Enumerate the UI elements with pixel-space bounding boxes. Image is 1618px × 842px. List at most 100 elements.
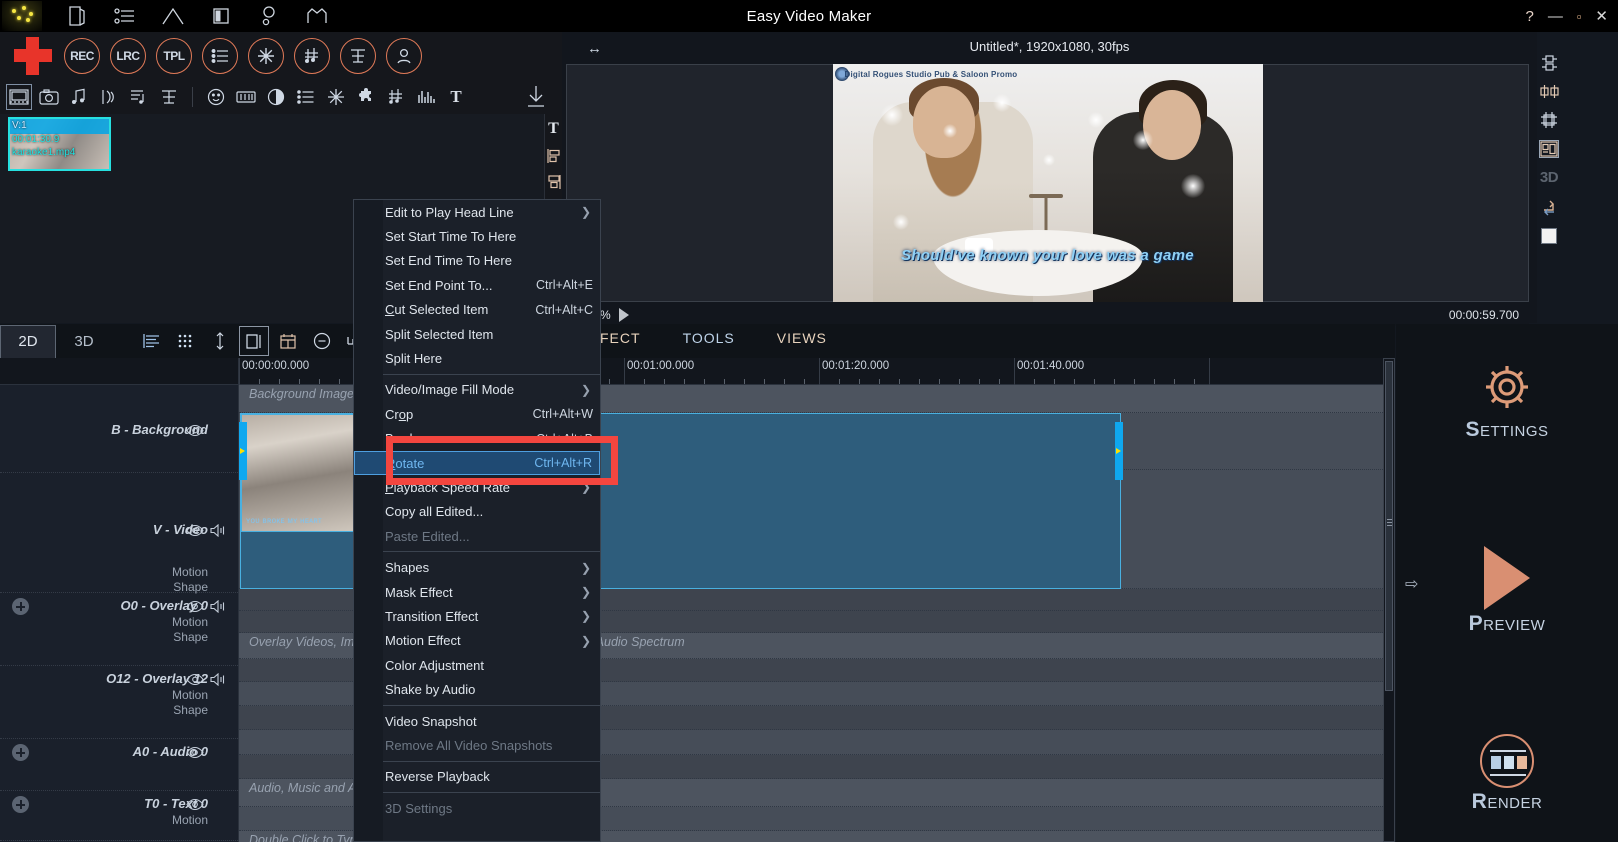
list-icon[interactable] xyxy=(293,84,319,110)
render-button[interactable]: RENDER xyxy=(1396,734,1618,814)
menu-item-transition-effect[interactable]: Transition Effect ❯ xyxy=(354,604,600,628)
track-header-video[interactable]: V - Video Motion Shape xyxy=(0,473,238,594)
track-sub-shape[interactable]: Shape xyxy=(0,703,208,718)
eye-icon[interactable] xyxy=(186,746,204,760)
align-center-h-icon[interactable] xyxy=(545,172,562,192)
track-sub-motion[interactable]: Motion xyxy=(0,615,208,630)
track-sub-shape[interactable]: Shape xyxy=(0,630,208,645)
magnifier-icon[interactable] xyxy=(256,3,282,29)
add-media-button[interactable] xyxy=(12,35,54,77)
menu-tools[interactable]: TOOLS xyxy=(683,330,735,346)
settings-button[interactable]: SETTINGS xyxy=(1396,358,1618,442)
eye-icon[interactable] xyxy=(186,673,204,687)
menu-item-video-image-fill-mode[interactable]: Video/Image Fill Mode ❯ xyxy=(354,378,600,402)
menu-item-set-end-time-to-here[interactable]: Set End Time To Here xyxy=(354,249,600,273)
open-project-icon[interactable] xyxy=(64,3,90,29)
align-left-icon[interactable] xyxy=(138,327,166,355)
rec-button[interactable]: REC xyxy=(64,38,100,74)
media-item-karaoke1[interactable]: V:1 00:01:30.9 karaoke1.mp4 xyxy=(8,117,111,171)
download-icon[interactable] xyxy=(525,84,547,108)
track-sub-motion[interactable]: Motion xyxy=(0,813,208,828)
timeline-scrollbar[interactable] xyxy=(1383,358,1395,842)
grid-dots-icon[interactable] xyxy=(172,327,200,355)
video-track-icon[interactable] xyxy=(6,84,32,110)
close-button[interactable]: ✕ xyxy=(1595,7,1608,25)
track-header-overlay12[interactable]: O12 - Overlay 12 Motion Shape xyxy=(0,666,238,739)
tab-3d[interactable]: 3D xyxy=(56,325,112,358)
track-sub-motion[interactable]: Motion xyxy=(0,688,208,703)
eye-icon[interactable] xyxy=(186,798,204,812)
menu-item-split-here[interactable]: Split Here xyxy=(354,346,600,370)
swap-icon[interactable] xyxy=(1540,198,1558,216)
color-block-icon[interactable] xyxy=(233,84,259,110)
add-track-button[interactable] xyxy=(12,598,29,615)
lrc-button[interactable]: LRC xyxy=(110,38,146,74)
scrollbar-thumb[interactable] xyxy=(1385,361,1393,691)
fit-box-icon[interactable] xyxy=(239,326,269,356)
zoom-out-icon[interactable] xyxy=(308,327,336,355)
speaker-icon[interactable] xyxy=(210,599,226,614)
scrollbar-grip[interactable] xyxy=(1387,519,1392,526)
preview-button[interactable]: PREVIEW xyxy=(1396,546,1618,636)
speaker-icon[interactable] xyxy=(210,672,226,687)
menu-item-color-adjustment[interactable]: Color Adjustment xyxy=(354,653,600,677)
clip-handle-left[interactable] xyxy=(239,422,247,480)
layout-1-icon[interactable] xyxy=(1541,55,1558,72)
puzzle-icon[interactable] xyxy=(353,84,379,110)
playlist-icon[interactable] xyxy=(126,84,152,110)
3d-icon[interactable]: 3D xyxy=(1540,169,1559,186)
layout-3-icon[interactable] xyxy=(1540,111,1558,129)
menu-item-reverse-playback[interactable]: Reverse Playback xyxy=(354,765,600,789)
menu-item-set-end-point-to[interactable]: Set End Point To... Ctrl+Alt+E xyxy=(354,273,600,297)
play-icon[interactable] xyxy=(618,308,629,322)
text-tool-icon[interactable]: T xyxy=(545,118,562,140)
list-button[interactable] xyxy=(202,38,238,74)
subtitle-bar-icon[interactable] xyxy=(156,84,182,110)
preview-stage[interactable]: Digital Rogues Studio Pub & Saloon Promo… xyxy=(566,64,1529,302)
music-note-button[interactable] xyxy=(294,38,330,74)
transition-icon[interactable] xyxy=(96,84,122,110)
effects-button[interactable] xyxy=(248,38,284,74)
text-icon[interactable]: T xyxy=(443,84,469,110)
eye-icon[interactable] xyxy=(186,600,204,614)
menu-item-motion-effect[interactable]: Motion Effect ❯ xyxy=(354,629,600,653)
smiley-icon[interactable] xyxy=(203,84,229,110)
clip-handle-right[interactable] xyxy=(1115,422,1123,480)
menu-item-border[interactable]: Border Ctrl+Alt+B xyxy=(354,427,600,451)
layout-4-icon[interactable] xyxy=(1539,140,1559,158)
circle-half-icon[interactable] xyxy=(263,84,289,110)
spectrum-icon[interactable] xyxy=(413,84,439,110)
eye-icon[interactable] xyxy=(186,424,204,438)
eye-icon[interactable] xyxy=(186,524,204,538)
list-settings-icon[interactable] xyxy=(112,3,138,29)
menu-item-video-snapshot[interactable]: Video Snapshot xyxy=(354,709,600,733)
menu-item-mask-effect[interactable]: Mask Effect ❯ xyxy=(354,580,600,604)
maximize-button[interactable]: ▫ xyxy=(1577,9,1582,24)
add-track-button[interactable] xyxy=(12,796,29,813)
menu-item-split-selected-item[interactable]: Split Selected Item xyxy=(354,322,600,346)
music-icon[interactable] xyxy=(66,84,92,110)
minimize-button[interactable]: — xyxy=(1548,8,1563,25)
add-track-button[interactable] xyxy=(12,744,29,761)
menu-views[interactable]: VIEWS xyxy=(777,330,827,346)
layout-2-icon[interactable] xyxy=(1539,84,1559,99)
menu-item-edit-to-play-head-line[interactable]: Edit to Play Head Line ❯ xyxy=(354,200,600,224)
menu-item-copy-all-edited[interactable]: Copy all Edited... xyxy=(354,500,600,524)
menu-item-cut-selected-item[interactable]: Cut Selected Item Ctrl+Alt+C xyxy=(354,298,600,322)
user-button[interactable] xyxy=(386,38,422,74)
help-button[interactable]: ? xyxy=(1525,8,1533,25)
tab-2d[interactable]: 2D xyxy=(0,324,56,358)
context-menu[interactable]: Edit to Play Head Line ❯ Set Start Time To… xyxy=(353,199,601,842)
track-sub-motion[interactable]: Motion xyxy=(0,565,208,580)
subtitle-button[interactable] xyxy=(340,38,376,74)
track-header-overlay0[interactable]: O0 - Overlay 0 Motion Shape xyxy=(0,593,238,666)
align-left-icon[interactable] xyxy=(545,146,562,166)
tpl-button[interactable]: TPL xyxy=(156,38,192,74)
shirt-icon[interactable] xyxy=(304,3,330,29)
height-arrows-icon[interactable] xyxy=(206,327,234,355)
menu-item-set-start-time-to-here[interactable]: Set Start Time To Here xyxy=(354,224,600,248)
snowflake-icon[interactable] xyxy=(323,84,349,110)
track-header-audio0[interactable]: A0 - Audio 0 xyxy=(0,739,238,791)
photo-icon[interactable] xyxy=(36,84,62,110)
menu-item-shapes[interactable]: Shapes ❯ xyxy=(354,555,600,579)
